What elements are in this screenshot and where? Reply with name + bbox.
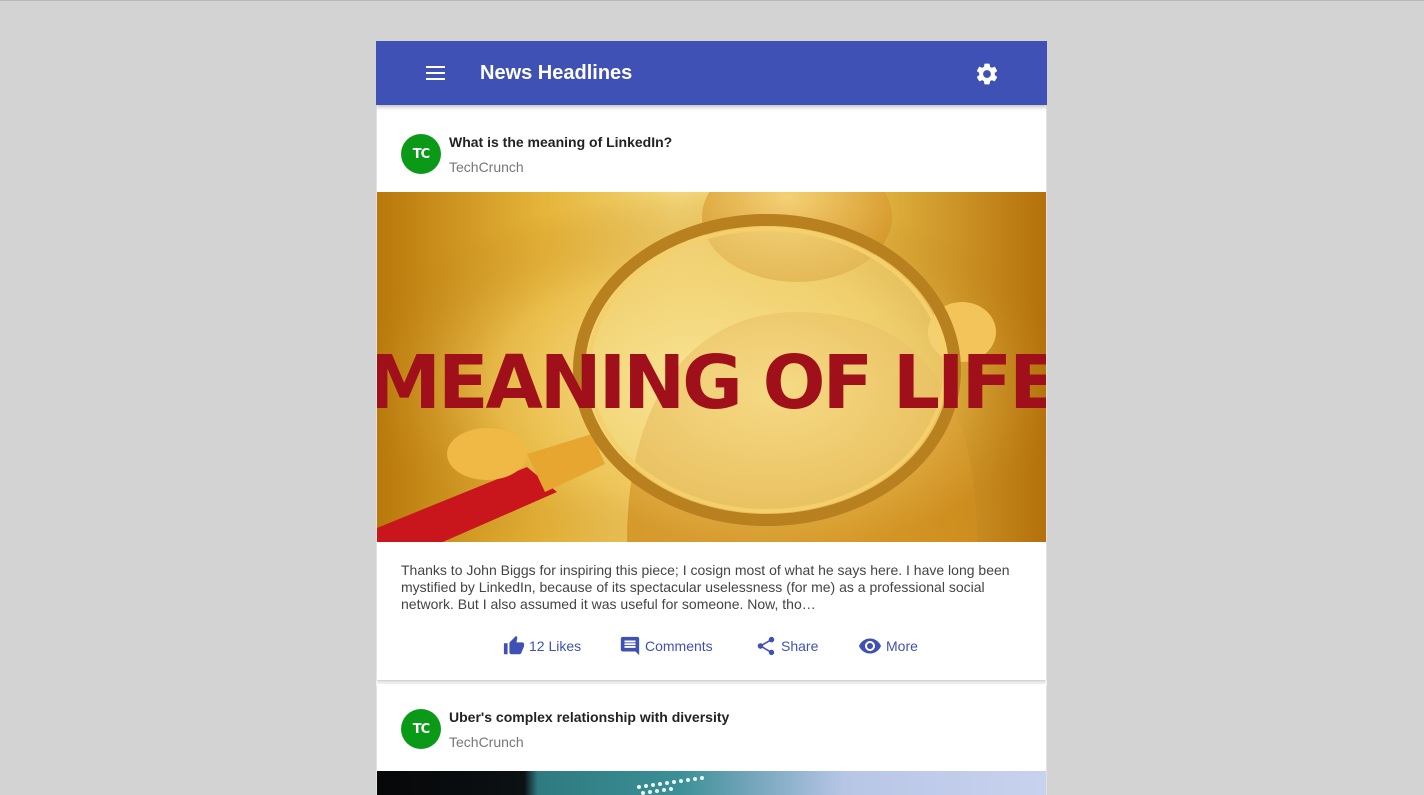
likes-count: 12 Likes: [529, 638, 582, 654]
card-header: TC What is the meaning of LinkedIn? Tech…: [377, 105, 1046, 192]
card-title[interactable]: What is the meaning of LinkedIn?: [449, 134, 672, 150]
window-top-border: [0, 0, 1424, 1]
article-image-illustration: [637, 776, 704, 795]
image-text: MEANING OF LIFE: [377, 340, 1046, 426]
news-card: TC Uber's complex relationship with dive…: [377, 684, 1046, 795]
like-button[interactable]: 12 Likes: [503, 634, 581, 658]
share-button[interactable]: Share: [755, 634, 818, 658]
share-icon: [757, 636, 775, 656]
article-image[interactable]: [377, 771, 1046, 795]
thumb-up-icon: [503, 635, 525, 655]
gear-icon[interactable]: [974, 61, 1000, 87]
card-title[interactable]: Uber's complex relationship with diversi…: [449, 709, 729, 725]
app-bar: News Headlines: [376, 41, 1047, 105]
card-source: TechCrunch: [449, 734, 524, 750]
source-avatar[interactable]: TC: [401, 709, 441, 749]
card-summary: Thanks to John Biggs for inspiring this …: [401, 562, 1010, 612]
comments-label: Comments: [645, 638, 713, 654]
eye-icon: [859, 638, 881, 654]
source-avatar[interactable]: TC: [401, 134, 441, 174]
article-image[interactable]: MEANING OF LIFE: [377, 192, 1046, 542]
card-source: TechCrunch: [449, 159, 524, 175]
news-card: TC What is the meaning of LinkedIn? Tech…: [377, 105, 1046, 680]
card-actions: 12 Likes Comments Share More: [377, 622, 1046, 680]
more-label: More: [886, 638, 918, 654]
app-title: News Headlines: [480, 62, 633, 84]
article-image-illustration: MEANING OF LIFE: [377, 192, 1046, 542]
comment-icon: [620, 636, 640, 656]
share-label: Share: [781, 638, 819, 654]
news-app: News Headlines TC What is the meaning of…: [376, 41, 1047, 795]
news-feed: TC What is the meaning of LinkedIn? Tech…: [376, 105, 1047, 795]
comments-button[interactable]: Comments: [619, 634, 713, 658]
menu-icon[interactable]: [420, 61, 452, 85]
card-header: TC Uber's complex relationship with dive…: [377, 684, 1046, 771]
more-button[interactable]: More: [858, 634, 918, 658]
